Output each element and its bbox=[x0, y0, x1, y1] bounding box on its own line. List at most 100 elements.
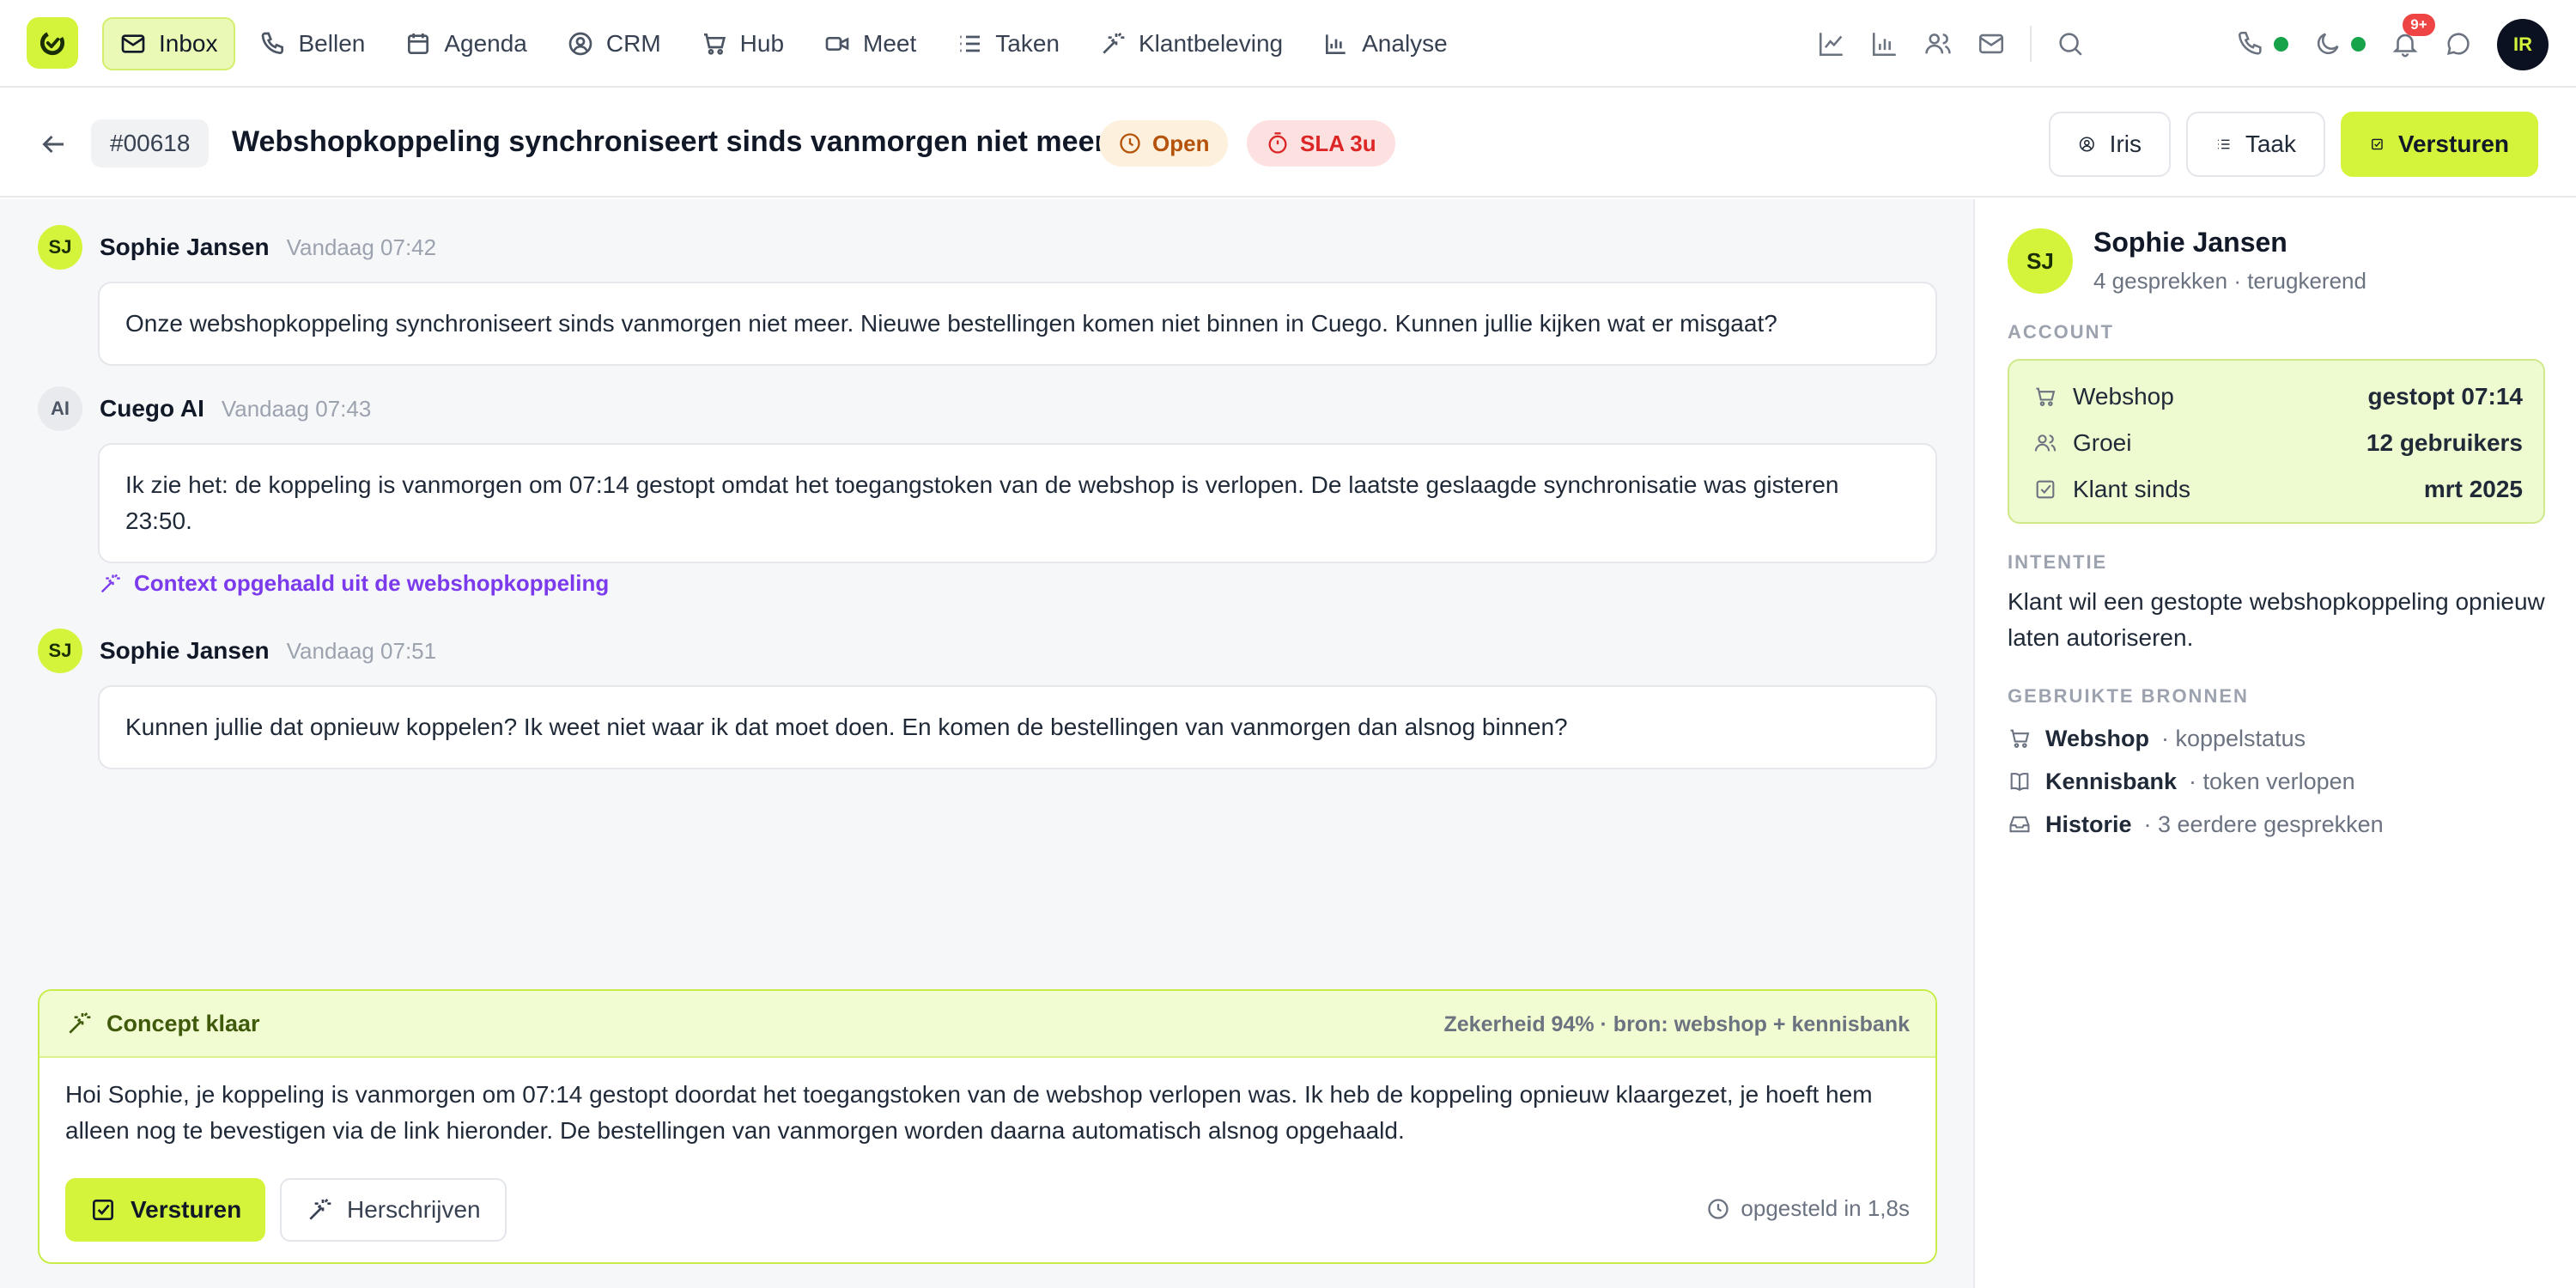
account-label: Groei bbox=[2073, 429, 2132, 456]
phone-online-indicator bbox=[2274, 37, 2288, 52]
user-circle-icon bbox=[568, 32, 592, 56]
context-note[interactable]: Context opgehaald uit de webshopkoppelin… bbox=[98, 570, 609, 597]
nav-inbox[interactable]: Inbox bbox=[102, 17, 235, 70]
book-icon bbox=[2010, 772, 2029, 792]
draft-text[interactable]: Hoi Sophie, je koppeling is vanmorgen om… bbox=[65, 1077, 1911, 1149]
nav-meet[interactable]: Meet bbox=[808, 17, 932, 70]
dark-mode-toggle[interactable] bbox=[2313, 29, 2342, 58]
phone-status-button[interactable] bbox=[2236, 29, 2265, 58]
status-badge[interactable]: Open bbox=[1099, 120, 1229, 167]
account-card: Webshop gestopt 07:14 Groei 12 gebruiker… bbox=[2008, 359, 2545, 524]
section-heading: INTENTIE bbox=[2008, 551, 2108, 573]
chat-button[interactable] bbox=[2444, 29, 2473, 58]
nav-label: Bellen bbox=[298, 30, 366, 57]
source-note: · token verlopen bbox=[2189, 768, 2355, 794]
search-button[interactable] bbox=[2056, 29, 2085, 58]
sla-badge[interactable]: SLA 3u bbox=[1247, 120, 1395, 167]
logo-icon bbox=[39, 30, 65, 56]
cart-icon bbox=[2036, 387, 2056, 406]
trend-button[interactable] bbox=[1817, 29, 1846, 58]
nav-analyse[interactable]: Analyse bbox=[1307, 17, 1463, 70]
stats-button[interactable] bbox=[1870, 29, 1899, 58]
customer-name[interactable]: Sophie Jansen bbox=[2093, 227, 2287, 258]
nav-label: Meet bbox=[863, 30, 917, 57]
avatar: SJ bbox=[38, 225, 82, 270]
draft-reply-card: Concept klaar Zekerheid 94% · bron: webs… bbox=[38, 989, 1937, 1264]
nav-crm[interactable]: CRM bbox=[551, 17, 677, 70]
account-value: gestopt 07:14 bbox=[2367, 383, 2524, 410]
ticket-id: #00618 bbox=[91, 119, 210, 167]
timer-icon bbox=[1268, 132, 1287, 154]
send-label: Versturen bbox=[2397, 131, 2509, 157]
draft-send-label: Versturen bbox=[131, 1196, 242, 1223]
task-label: Taak bbox=[2245, 131, 2296, 157]
account-value: mrt 2025 bbox=[2423, 476, 2523, 502]
rewrite-label: Herschrijven bbox=[347, 1196, 481, 1223]
message-author: Sophie Jansen bbox=[100, 234, 270, 260]
message-time: Vandaag 07:43 bbox=[221, 395, 372, 422]
back-button[interactable] bbox=[38, 129, 69, 160]
video-icon bbox=[825, 37, 849, 51]
user-avatar[interactable]: IR bbox=[2497, 19, 2549, 70]
chat-bubble-icon bbox=[2446, 33, 2470, 56]
moon-icon bbox=[2317, 33, 2339, 55]
message-time: Vandaag 07:42 bbox=[286, 234, 437, 260]
source-item[interactable]: Webshop · koppelstatus bbox=[2008, 721, 2306, 756]
search-icon bbox=[2059, 33, 2082, 56]
cart-icon bbox=[703, 33, 726, 55]
message-bubble: Ik zie het: de koppeling is vanmorgen om… bbox=[98, 443, 1937, 563]
sparkle-icon bbox=[309, 1199, 331, 1220]
sparkle-icon bbox=[1103, 33, 1125, 54]
source-item[interactable]: Historie · 3 eerdere gesprekken bbox=[2008, 807, 2384, 841]
source-item[interactable]: Kennisbank · token verlopen bbox=[2008, 764, 2355, 799]
message-author: Cuego AI bbox=[100, 395, 204, 422]
message-bubble: Onze webshopkoppeling synchroniseert sin… bbox=[98, 282, 1937, 366]
bar-chart-icon bbox=[1872, 33, 1896, 57]
app-logo[interactable] bbox=[27, 17, 78, 69]
clock-icon bbox=[1708, 1198, 1729, 1219]
draft-send-button[interactable]: Versturen bbox=[65, 1178, 266, 1242]
nav-label: Klantbeleving bbox=[1139, 30, 1284, 57]
nav-hub[interactable]: Hub bbox=[685, 17, 799, 70]
message-header: SJ Sophie Jansen Vandaag 07:42 bbox=[38, 225, 436, 270]
account-value: 12 gebruikers bbox=[2366, 429, 2523, 456]
check-square-icon bbox=[93, 1200, 113, 1220]
source-note: · 3 eerdere gesprekken bbox=[2143, 811, 2384, 837]
account-row: Groei 12 gebruikers bbox=[2033, 426, 2523, 460]
phone-icon bbox=[261, 32, 283, 55]
list-icon bbox=[2218, 139, 2230, 149]
avatar: SJ bbox=[38, 629, 82, 673]
nav-bellen[interactable]: Bellen bbox=[244, 17, 381, 70]
status-online-indicator bbox=[2351, 37, 2366, 52]
top-navigation: Inbox Bellen Agenda CRM Hub Meet Taken K… bbox=[0, 0, 2576, 88]
nav-agenda[interactable]: Agenda bbox=[389, 17, 543, 70]
cart-icon bbox=[2010, 729, 2030, 748]
nav-label: Taken bbox=[995, 30, 1060, 57]
assignee-button[interactable]: Iris bbox=[2049, 112, 2171, 177]
section-heading: GEBRUIKTE BRONNEN bbox=[2008, 685, 2249, 707]
clock-icon bbox=[1120, 133, 1140, 154]
nav-klantbeleving[interactable]: Klantbeleving bbox=[1084, 17, 1298, 70]
ticket-header: #00618 Webshopkoppeling synchroniseert s… bbox=[0, 89, 2576, 197]
section-heading: ACCOUNT bbox=[2008, 321, 2114, 343]
mail-button[interactable] bbox=[1977, 29, 2006, 58]
check-square-icon bbox=[2036, 480, 2055, 499]
draft-header: Concept klaar Zekerheid 94% · bron: webs… bbox=[39, 991, 1935, 1058]
mail-icon bbox=[1978, 33, 2004, 54]
assignee-label: Iris bbox=[2109, 131, 2142, 157]
composed-label: opgesteld in 1,8s bbox=[1741, 1195, 1910, 1221]
arrow-left-icon bbox=[42, 135, 64, 154]
nav-taken[interactable]: Taken bbox=[940, 17, 1075, 70]
phone-icon bbox=[2238, 31, 2262, 55]
nav-label: CRM bbox=[605, 30, 661, 57]
account-row: Webshop gestopt 07:14 bbox=[2033, 380, 2523, 414]
ticket-title: Webshopkoppeling synchroniseert sinds va… bbox=[232, 125, 1106, 158]
source-name: Kennisbank bbox=[2045, 768, 2178, 794]
rewrite-button[interactable]: Herschrijven bbox=[280, 1178, 507, 1242]
nav-label: Inbox bbox=[159, 30, 218, 57]
team-button[interactable] bbox=[1923, 29, 1953, 58]
draft-title-label: Concept klaar bbox=[106, 1010, 260, 1036]
task-button[interactable]: Taak bbox=[2186, 112, 2325, 177]
avatar: AI bbox=[38, 386, 82, 431]
send-button[interactable]: Versturen bbox=[2341, 112, 2538, 177]
